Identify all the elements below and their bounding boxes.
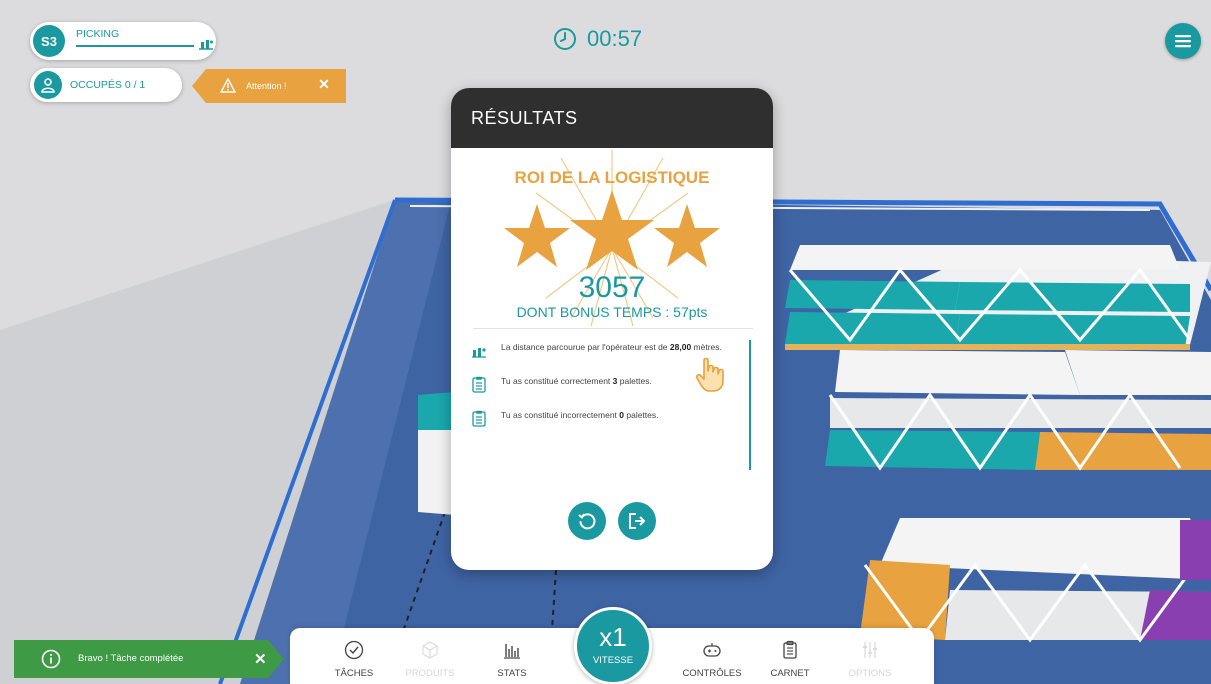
user-icon xyxy=(34,71,62,99)
exit-icon xyxy=(629,513,645,529)
pointer-hand-icon xyxy=(695,357,724,392)
timer: 00:57 xyxy=(553,26,642,52)
tab-controls[interactable]: CONTRÔLES xyxy=(672,628,752,684)
stat-suffix: palettes. xyxy=(617,376,652,386)
restart-icon xyxy=(578,513,596,530)
stat-prefix: La distance parcourue par l'opérateur es… xyxy=(501,342,670,352)
star-icon xyxy=(504,204,570,267)
divider xyxy=(473,328,753,329)
results-header: RÉSULTATS xyxy=(451,88,773,148)
rank-title: ROI DE LA LOGISTIQUE xyxy=(514,168,710,187)
star-icon xyxy=(570,190,654,270)
gamepad-icon xyxy=(703,643,721,657)
occupied-label: OCCUPÉS 0 / 1 xyxy=(70,79,146,91)
check-circle-icon xyxy=(344,640,364,660)
box-icon xyxy=(422,641,438,659)
tab-products: PRODUITS xyxy=(390,628,470,684)
station-label: PICKING xyxy=(76,28,120,40)
distance-icon xyxy=(199,40,213,50)
clipboard-icon xyxy=(472,376,486,393)
results-modal: RÉSULTATS ROI DE LA LOGISTIQUE 3057 DONT… xyxy=(451,88,773,570)
list-item: Tu as constitué incorrectement 0 palette… xyxy=(471,408,731,442)
scrollbar[interactable] xyxy=(749,340,751,470)
station-progress-bar xyxy=(76,45,194,47)
timer-value: 00:57 xyxy=(587,26,643,51)
exit-button[interactable] xyxy=(618,502,656,540)
speed-label: VITESSE xyxy=(592,655,634,666)
tab-label: PRODUITS xyxy=(405,668,455,679)
restart-button[interactable] xyxy=(568,502,606,540)
tab-stats[interactable]: STATS xyxy=(472,628,552,684)
tab-label: TÂCHES xyxy=(334,668,374,679)
star-icon xyxy=(654,204,720,267)
sliders-icon xyxy=(863,642,877,658)
stat-suffix: mètres. xyxy=(691,342,722,352)
info-icon xyxy=(41,649,61,669)
success-close-button[interactable]: ✕ xyxy=(254,650,267,668)
success-toast: Bravo ! Tâche complétée ✕ xyxy=(14,640,284,678)
notebook-icon xyxy=(783,640,797,659)
list-item: Tu as constitué correctement 3 palettes. xyxy=(471,374,731,408)
stat-suffix: palettes. xyxy=(624,410,659,420)
menu-button[interactable] xyxy=(1165,23,1201,59)
speed-value: x1 xyxy=(599,622,627,652)
attention-label: Attention ! xyxy=(246,81,287,91)
station-indicator[interactable]: S3 PICKING xyxy=(30,22,216,60)
tab-label: STATS xyxy=(497,668,527,679)
tab-label: CONTRÔLES xyxy=(682,668,742,679)
stat-prefix: Tu as constitué incorrectement xyxy=(501,410,620,420)
list-item: La distance parcourue par l'opérateur es… xyxy=(471,340,731,374)
occupied-indicator[interactable]: OCCUPÉS 0 / 1 xyxy=(30,68,182,102)
results-title: RÉSULTATS xyxy=(471,108,578,128)
speed-button[interactable]: x1 VITESSE xyxy=(574,607,652,684)
clock-icon xyxy=(554,28,576,50)
bar-chart-icon xyxy=(504,644,520,659)
station-badge: S3 xyxy=(33,25,65,57)
stat-prefix: Tu as constitué correctement xyxy=(501,376,613,386)
success-label: Bravo ! Tâche complétée xyxy=(78,653,184,664)
distance-icon xyxy=(472,348,486,358)
score-value: 3057 xyxy=(578,271,646,304)
tab-label: OPTIONS xyxy=(848,668,892,679)
warning-icon xyxy=(220,78,236,93)
time-bonus: DONT BONUS TEMPS : 57pts xyxy=(516,304,708,320)
tab-tasks[interactable]: TÂCHES xyxy=(314,628,394,684)
hamburger-icon xyxy=(1175,35,1191,48)
tab-options: OPTIONS xyxy=(830,628,910,684)
clipboard-icon xyxy=(472,410,486,427)
tab-label: CARNET xyxy=(770,668,810,679)
attention-close-button[interactable]: ✕ xyxy=(316,76,332,93)
attention-toast: Attention ! ✕ xyxy=(192,69,346,103)
stats-list: La distance parcourue par l'opérateur es… xyxy=(471,340,731,442)
tab-notebook[interactable]: CARNET xyxy=(750,628,830,684)
stat-value: 28,00 xyxy=(669,342,692,352)
